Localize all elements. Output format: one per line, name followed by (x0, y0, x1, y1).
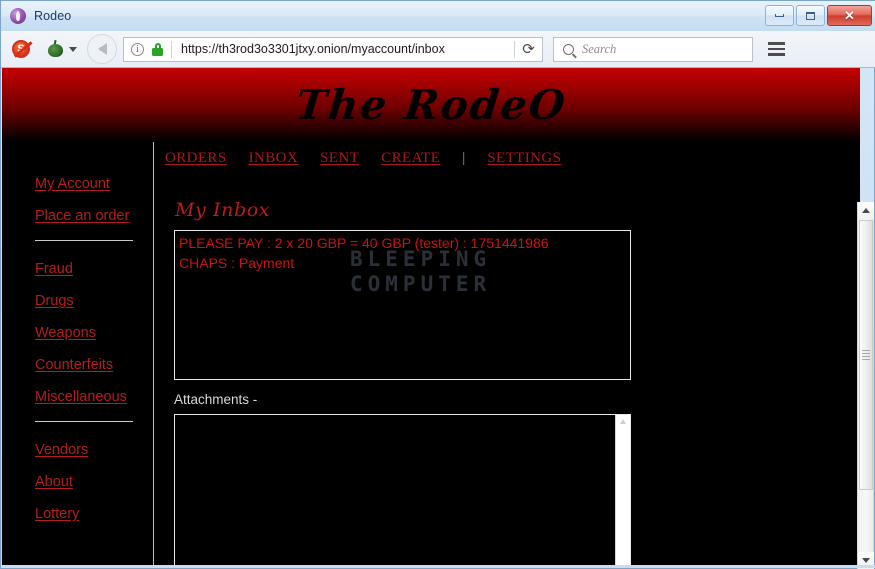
back-button[interactable] (87, 34, 117, 64)
scrollbar-thumb[interactable] (859, 220, 873, 490)
search-icon (563, 44, 574, 55)
menu-line-1 (768, 42, 785, 45)
search-input[interactable]: Search (582, 42, 616, 57)
scrollbar-grip-icon (862, 348, 870, 362)
main-nav: ORDERS INBOX SENT CREATE | SETTINGS (165, 150, 583, 167)
rodeo-app-icon (10, 8, 26, 24)
watermark-line-2: COMPUTER (350, 272, 491, 297)
site-title: The RodeO (293, 81, 569, 129)
sidebar-item-place-an-order[interactable]: Place an order (35, 208, 129, 224)
scroll-down-icon (862, 558, 870, 563)
nav-item-settings[interactable]: SETTINGS (487, 150, 561, 167)
window-controls: ✕ (765, 5, 872, 26)
inbox-message-box[interactable]: PLEASE PAY : 2 x 20 GBP = 40 GBP (tester… (174, 230, 631, 380)
site-banner: The RodeO (2, 68, 860, 142)
window-bottom-strip (1, 565, 875, 568)
nav-item-sent[interactable]: SENT (320, 150, 359, 167)
nav-item-create[interactable]: CREATE (381, 150, 440, 167)
sidebar-item-miscellaneous[interactable]: Miscellaneous (35, 389, 127, 405)
address-bar[interactable]: i https://th3rod3o3301jtxy.onion/myaccou… (123, 37, 543, 62)
chevron-down-icon[interactable] (69, 47, 77, 52)
padlock-body (152, 48, 163, 56)
sidebar: My Account Place an order Fraud Drugs We… (2, 142, 154, 566)
back-arrow-icon (98, 43, 107, 55)
site-info-icon[interactable]: i (131, 43, 144, 56)
sidebar-item-my-account[interactable]: My Account (35, 176, 110, 192)
page-scrollbar[interactable] (857, 202, 873, 569)
close-button[interactable]: ✕ (827, 5, 872, 26)
maximize-button[interactable] (796, 5, 825, 26)
reload-icon[interactable]: ⟳ (515, 38, 542, 61)
sidebar-item-fraud[interactable]: Fraud (35, 261, 73, 277)
nav-separator: | (462, 150, 465, 167)
minimize-button[interactable] (765, 5, 794, 26)
nav-item-inbox[interactable]: INBOX (249, 150, 299, 167)
attachments-box[interactable] (174, 414, 631, 566)
page-title: My Inbox (175, 199, 270, 221)
minimize-icon (775, 14, 784, 17)
address-bar-divider (171, 41, 172, 58)
attachments-scrollbar[interactable] (615, 415, 630, 566)
sidebar-item-about[interactable]: About (35, 474, 73, 490)
sidebar-divider-1 (35, 240, 133, 241)
attachments-label: Attachments - (174, 392, 257, 407)
scroll-up-icon[interactable] (620, 419, 626, 424)
sidebar-item-lottery[interactable]: Lottery (35, 506, 79, 522)
sidebar-divider-2 (35, 421, 133, 422)
nav-item-orders[interactable]: ORDERS (165, 150, 227, 167)
hamburger-menu-icon[interactable] (765, 38, 787, 60)
title-bar: Rodeo ✕ (1, 1, 875, 31)
onion-bulb (48, 44, 63, 57)
page-body: My Account Place an order Fraud Drugs We… (2, 142, 860, 566)
window-title: Rodeo (34, 9, 71, 23)
tor-onion-icon[interactable] (46, 41, 65, 58)
scroll-up-icon (862, 208, 870, 213)
sidebar-item-drugs[interactable]: Drugs (35, 293, 74, 309)
sidebar-item-counterfeits[interactable]: Counterfeits (35, 357, 113, 373)
browser-window: Rodeo ✕ S i https: (0, 0, 875, 569)
sidebar-item-weapons[interactable]: Weapons (35, 325, 96, 341)
menu-line-3 (768, 53, 785, 56)
message-line-1: PLEASE PAY : 2 x 20 GBP = 40 GBP (tester… (179, 234, 630, 253)
content-area: ORDERS INBOX SENT CREATE | SETTINGS My I… (155, 142, 860, 566)
padlock-icon (152, 43, 163, 56)
url-text[interactable]: https://th3rod3o3301jtxy.onion/myaccount… (181, 42, 445, 56)
sidebar-item-vendors[interactable]: Vendors (35, 442, 88, 458)
search-bar[interactable]: Search (553, 37, 753, 62)
page-viewport: The RodeO My Account Place an order Frau… (2, 68, 860, 566)
browser-toolbar: S i https://th3rod3o3301jtxy.onion/myacc… (1, 31, 875, 68)
scroll-up-button[interactable] (858, 202, 874, 219)
noscript-icon[interactable]: S (12, 40, 30, 58)
maximize-icon (806, 12, 815, 20)
menu-line-2 (768, 48, 785, 51)
message-line-2: CHAPS : Payment (179, 254, 630, 273)
